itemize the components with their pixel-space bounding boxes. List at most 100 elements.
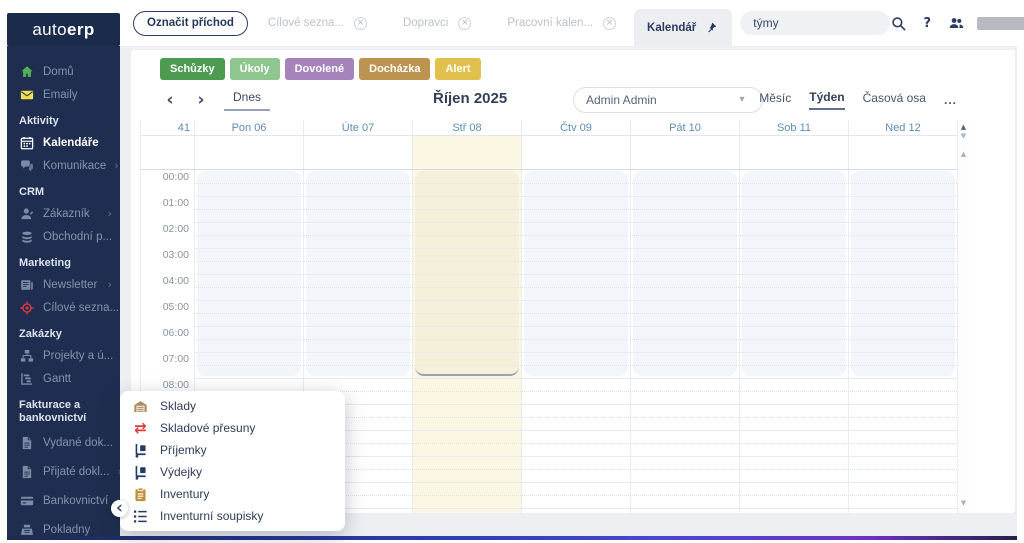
topbar-tab[interactable]: Kalendář <box>634 9 732 46</box>
sidebar-item-dom[interactable]: Domů <box>7 60 120 83</box>
bottom-accent-line <box>7 536 1017 540</box>
today-button[interactable]: Dnes <box>224 89 270 111</box>
next-button[interactable]: › <box>193 91 209 109</box>
chevron-right-icon: › <box>108 278 112 291</box>
topbar-tab[interactable]: Pracovní kalen...× <box>489 0 634 46</box>
filter-button-dovolen-[interactable]: Dovolené <box>285 58 355 80</box>
sidebar-item-komunikace[interactable]: Komunikace› <box>7 154 120 177</box>
close-tab-icon[interactable]: × <box>354 17 367 30</box>
person-icon <box>19 206 35 222</box>
gantt-icon <box>19 371 35 387</box>
home-icon <box>19 64 35 80</box>
sidebar-section-label: CRM <box>7 177 120 202</box>
week-number: 41 <box>141 120 194 135</box>
time-label: 03:00 <box>163 250 189 261</box>
time-label: 04:00 <box>163 276 189 287</box>
view-button--asov-osa[interactable]: Časová osa <box>863 91 926 109</box>
sidebar-item-z-kazn-k[interactable]: Zákazník› <box>7 202 120 225</box>
all-day-cell[interactable] <box>194 136 303 169</box>
menu-item-sklady[interactable]: Sklady <box>120 395 345 417</box>
all-day-cell[interactable] <box>739 136 848 169</box>
day-column[interactable] <box>848 170 957 513</box>
sidebar-item-vydan-dok[interactable]: Vydané dok...› <box>7 428 120 457</box>
caret-down-icon: ▾ <box>734 92 750 108</box>
filter-button--koly[interactable]: Úkoly <box>230 58 280 80</box>
menu-item-inventury[interactable]: Inventury <box>120 483 345 505</box>
all-day-cell[interactable] <box>630 136 739 169</box>
chevron-left-icon: ‹ <box>162 93 178 109</box>
sidebar-item-p-ijat-dokl[interactable]: Přijaté dokl...› <box>7 457 120 486</box>
topbar-tab[interactable]: Dopravci× <box>385 0 489 46</box>
view-button-t-den[interactable]: Týden <box>809 90 844 110</box>
day-column[interactable] <box>521 170 630 513</box>
tab-bar: Cílové sezna...×Dopravci×Pracovní kalen.… <box>250 0 732 46</box>
view-button-m-s-c[interactable]: Měsíc <box>759 91 791 109</box>
all-day-row <box>141 136 957 170</box>
all-day-cell[interactable] <box>848 136 957 169</box>
menu-item-v-dejky[interactable]: Výdejky <box>120 461 345 483</box>
more-views-button[interactable]: ... <box>944 93 957 107</box>
logo-text-bold: erp <box>67 20 95 40</box>
sidebar-item-label: Gantt <box>43 373 71 385</box>
search-input[interactable] <box>740 11 890 35</box>
non-working-hours-shade <box>851 171 955 376</box>
team-icon[interactable] <box>948 15 964 31</box>
topbar-tab[interactable]: Cílové sezna...× <box>250 0 385 46</box>
sidebar-item-obchodn-p[interactable]: Obchodní p...› <box>7 225 120 248</box>
help-icon[interactable]: ? <box>919 15 935 31</box>
sidebar-item-kalend-e[interactable]: Kalendáře <box>7 131 120 154</box>
time-label: 07:00 <box>163 354 189 365</box>
filter-button-alert[interactable]: Alert <box>435 58 480 80</box>
menu-item-skladov-p-esuny[interactable]: ⇄Skladové přesuny <box>120 417 345 439</box>
sitemap-icon <box>19 348 35 364</box>
sidebar-item-bankovnictv[interactable]: Bankovnictví› <box>7 486 120 515</box>
chevron-right-icon: › <box>193 93 209 109</box>
scroll-down-icon[interactable]: ▼ <box>958 132 969 140</box>
day-header: Čtv 09 <box>521 120 630 135</box>
sidebar-item-gantt[interactable]: Gantt <box>7 367 120 390</box>
day-column[interactable] <box>412 170 521 513</box>
menu-item-p-jemky[interactable]: Příjemky <box>120 439 345 461</box>
sidebar-item-label: Komunikace <box>43 160 106 172</box>
sidebar-item-pokladny[interactable]: Pokladny <box>7 515 120 536</box>
target-icon <box>19 300 35 316</box>
logo-text-light: auto <box>32 20 67 40</box>
sidebar-item-label: Obchodní p... <box>43 231 112 243</box>
sidebar-item-label: Přijaté dokl... <box>43 466 109 478</box>
news-icon <box>19 277 35 293</box>
search-icon[interactable] <box>890 15 906 31</box>
calendar-icon <box>19 135 35 151</box>
prev-button[interactable]: ‹ <box>162 91 178 109</box>
sidebar-item-projekty-a[interactable]: Projekty a ú...› <box>7 344 120 367</box>
all-day-cell[interactable] <box>412 136 521 169</box>
scroll-up-icon[interactable]: ▲ <box>958 150 969 158</box>
sidebar-item-c-lov-sezna[interactable]: Cílové sezna... <box>7 296 120 319</box>
menu-item-inventurn-soupisky[interactable]: Inventurní soupisky <box>120 505 345 527</box>
sidebar-item-label: Domů <box>43 66 74 78</box>
register-icon <box>19 522 35 537</box>
day-column[interactable] <box>630 170 739 513</box>
sidebar-item-emaily[interactable]: Emaily <box>7 83 120 106</box>
time-label: 06:00 <box>163 328 189 339</box>
scroll-up-icon[interactable]: ▲ <box>958 123 969 131</box>
doc-icon <box>19 435 35 451</box>
day-column[interactable] <box>739 170 848 513</box>
all-day-cell[interactable] <box>303 136 412 169</box>
filter-button-sch-zky[interactable]: Schůzky <box>160 58 225 80</box>
calendar-scrollbar[interactable]: ▲▼▲▼ <box>957 120 969 513</box>
scroll-down-icon[interactable]: ▼ <box>958 499 969 507</box>
sidebar-collapse-button[interactable]: ‹ <box>111 500 128 517</box>
close-tab-icon[interactable]: × <box>603 17 616 30</box>
sidebar-section-label: Aktivity <box>7 106 120 131</box>
resource-select[interactable]: Admin Admin ▾ <box>573 87 763 113</box>
topbar: autoerp Označit příchod Cílové sezna...×… <box>7 0 1017 46</box>
menu-item-label: Výdejky <box>160 465 202 479</box>
calendar-title: Říjen 2025 <box>433 90 507 107</box>
close-tab-icon[interactable]: × <box>458 17 471 30</box>
calendar-navigation: ‹ › Dnes <box>162 89 270 111</box>
sidebar-item-newsletter[interactable]: Newsletter› <box>7 273 120 296</box>
sidebar-item-label: Emaily <box>43 89 78 101</box>
all-day-cell[interactable] <box>521 136 630 169</box>
check-in-button[interactable]: Označit příchod <box>133 11 248 36</box>
filter-button-doch-zka[interactable]: Docházka <box>359 58 430 80</box>
